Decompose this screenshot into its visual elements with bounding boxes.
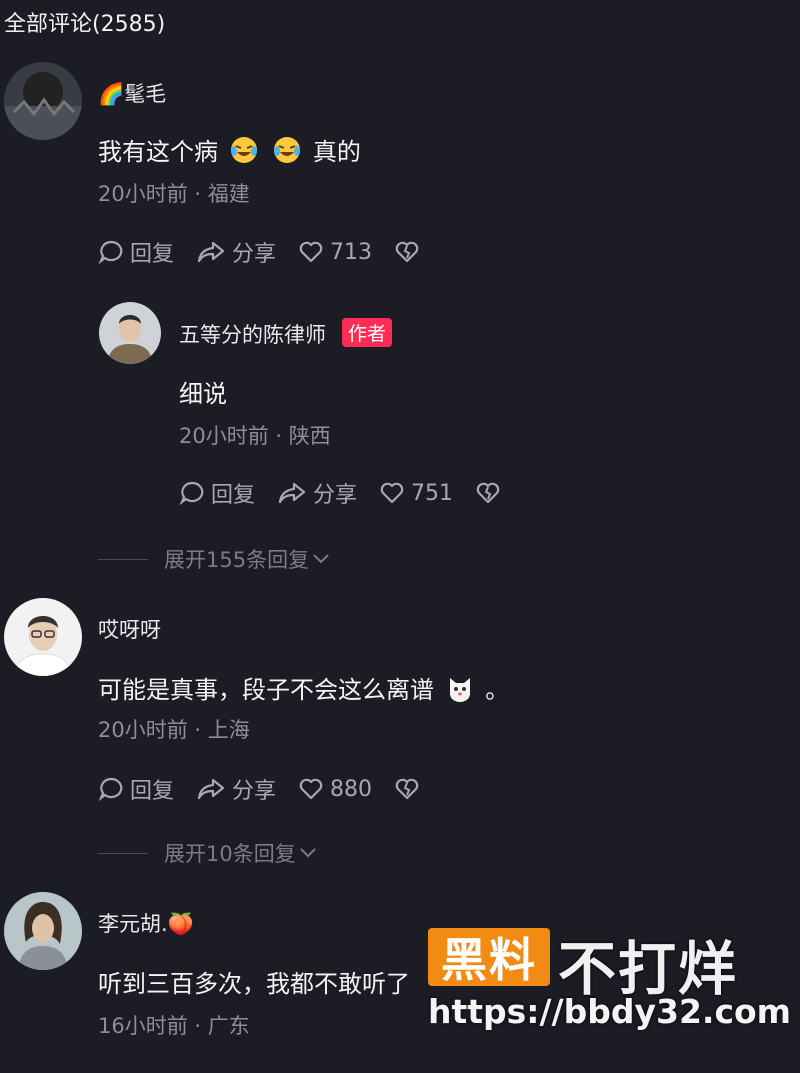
laughing-crying-emoji-icon (230, 137, 257, 163)
cat-emoji-icon (449, 678, 470, 702)
like-button[interactable]: 751 (379, 481, 453, 506)
comment-actions: 回复 分享 713 (98, 236, 442, 268)
comment-meta: 20小时前 · 上海 (98, 718, 250, 742)
reply-bubble-icon (98, 777, 123, 802)
expand-replies-button[interactable]: 展开155条回复 (98, 544, 331, 574)
avatar[interactable] (99, 302, 161, 364)
like-count: 880 (330, 776, 373, 802)
laughing-crying-emoji-icon (274, 137, 301, 163)
chevron-down-icon (313, 554, 329, 564)
share-arrow-icon (197, 778, 225, 800)
broken-heart-icon (395, 241, 419, 263)
comment-username[interactable]: 李元胡.🍑 (98, 908, 194, 938)
reply-button[interactable]: 回复 (98, 773, 174, 805)
comment-username[interactable]: 五等分的陈律师 作者 (179, 318, 393, 349)
like-button[interactable]: 713 (298, 240, 372, 265)
share-button[interactable]: 分享 (277, 477, 357, 509)
share-button[interactable]: 分享 (196, 773, 276, 805)
like-button[interactable]: 880 (298, 777, 372, 802)
like-count: 751 (411, 480, 454, 506)
reply-bubble-icon (98, 240, 123, 265)
author-badge: 作者 (342, 318, 393, 347)
expand-replies-button[interactable]: 展开10条回复 (98, 838, 318, 868)
avatar[interactable] (4, 892, 82, 970)
watermark-url: https://bbdy32.com (428, 992, 792, 1031)
comment-username[interactable]: 哎呀呀 (98, 614, 161, 644)
share-arrow-icon (197, 241, 225, 263)
comment-text: 细说 (179, 380, 227, 408)
comment-actions: 回复 分享 880 (98, 773, 442, 805)
dislike-button[interactable] (475, 481, 501, 505)
watermark: 黑料 不打烊 https://bbdy32.com (428, 922, 791, 1032)
heart-icon (380, 482, 404, 504)
heart-icon (299, 241, 323, 263)
broken-heart-icon (395, 778, 419, 800)
comment-meta: 20小时前 · 福建 (98, 182, 250, 206)
comments-header-title: 全部评论(2585) (4, 12, 166, 37)
reply-bubble-icon (179, 481, 204, 506)
comment-meta: 20小时前 · 陕西 (179, 424, 331, 448)
broken-heart-icon (476, 482, 500, 504)
comment-text: 我有这个病 真的 (98, 137, 361, 166)
divider (98, 852, 148, 854)
comment-meta: 16小时前 · 广东 (98, 1014, 250, 1038)
chevron-down-icon (300, 848, 316, 858)
heart-icon (299, 778, 323, 800)
divider (98, 558, 148, 560)
like-count: 713 (330, 239, 373, 265)
reply-button[interactable]: 回复 (98, 236, 174, 268)
avatar[interactable] (4, 598, 82, 676)
avatar[interactable] (4, 62, 82, 140)
dislike-button[interactable] (394, 777, 420, 801)
share-arrow-icon (278, 482, 306, 504)
comment-text: 听到三百多次，我都不敢听了 (98, 970, 410, 998)
comment-actions: 回复 分享 751 (179, 477, 523, 509)
watermark-logo-box: 黑料 (428, 928, 550, 987)
comment-username[interactable]: 🌈髦毛 (98, 78, 166, 108)
comment-text: 可能是真事，段子不会这么离谱 。 (98, 676, 510, 704)
dislike-button[interactable] (394, 240, 420, 264)
share-button[interactable]: 分享 (196, 236, 276, 268)
reply-button[interactable]: 回复 (179, 477, 255, 509)
